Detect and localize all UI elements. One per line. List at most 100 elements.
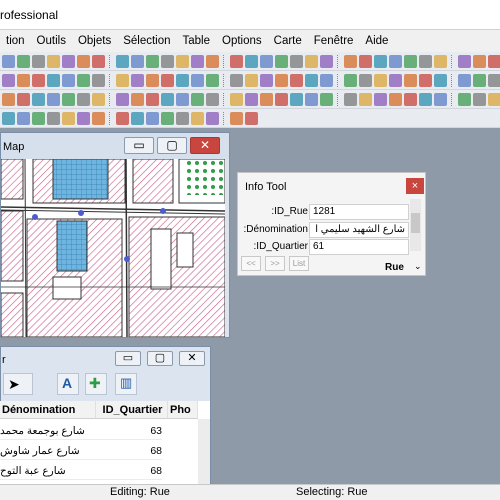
toolbar-tool-icon[interactable] [161, 73, 174, 87]
toolbar-tool-icon[interactable] [344, 73, 357, 87]
toolbar-tool-icon[interactable] [275, 92, 288, 106]
toolbar-tool-icon[interactable] [230, 111, 243, 125]
toolbar-tool-icon[interactable] [92, 92, 105, 106]
menu-item-aide[interactable]: Aide [359, 35, 394, 47]
toolbar-tool-icon[interactable] [305, 92, 318, 106]
toolbar-tool-icon[interactable] [146, 111, 159, 125]
browser-restore-button[interactable]: ▢ [147, 351, 173, 366]
map-drawing[interactable] [1, 159, 225, 337]
menu-item-fenetre[interactable]: Fenêtre [308, 35, 360, 47]
toolbar-tool-icon[interactable] [434, 92, 447, 106]
toolbar-tool-icon[interactable] [161, 54, 174, 68]
menu-item-selection[interactable]: Sélection [117, 35, 176, 47]
toolbar-tool-icon[interactable] [176, 73, 189, 87]
toolbar-tool-icon[interactable] [275, 73, 288, 87]
toolbar-tool-icon[interactable] [305, 54, 318, 68]
toolbar-tool-icon[interactable] [389, 92, 402, 106]
menu-item-table[interactable]: Table [177, 35, 217, 47]
toolbar-tool-icon[interactable] [77, 111, 90, 125]
toolbar-tool-icon[interactable] [458, 73, 471, 87]
toolbar-tool-icon[interactable] [47, 54, 60, 68]
toolbar-tool-icon[interactable] [47, 111, 60, 125]
toolbar-tool-icon[interactable] [116, 73, 129, 87]
toolbar-tool-icon[interactable] [359, 73, 372, 87]
toolbar-tool-icon[interactable] [77, 73, 90, 87]
toolbar-tool-icon[interactable] [161, 111, 174, 125]
toolbar-tool-icon[interactable] [473, 73, 486, 87]
toolbar-tool-icon[interactable] [191, 54, 204, 68]
toolbar-tool-icon[interactable] [191, 73, 204, 87]
browser-grid[interactable]: Dénomination ID_Quartier Pho شارع بوجمعة… [0, 401, 210, 484]
toolbar-tool-icon[interactable] [374, 54, 387, 68]
toolbar-tool-icon[interactable] [206, 92, 219, 106]
toolbar-tool-icon[interactable] [374, 92, 387, 106]
table-cell-id-quartier[interactable]: 63 [96, 422, 162, 440]
toolbar-tool-icon[interactable] [320, 73, 333, 87]
column-header-pho[interactable]: Pho [168, 401, 198, 419]
toolbar-tool-icon[interactable] [245, 73, 258, 87]
first-record-button[interactable]: << [241, 256, 261, 271]
toolbar-tool-icon[interactable] [2, 54, 15, 68]
toolbar-tool-icon[interactable] [77, 92, 90, 106]
grid-scrollbar[interactable] [198, 419, 210, 484]
toolbar-tool-icon[interactable] [245, 54, 258, 68]
toolbar-tool-icon[interactable] [92, 54, 105, 68]
toolbar-tool-icon[interactable] [260, 92, 273, 106]
table-cell-id-quartier[interactable]: 68 [96, 442, 162, 460]
toolbar-tool-icon[interactable] [176, 111, 189, 125]
toolbar-tool-icon[interactable] [434, 73, 447, 87]
browser-minimize-button[interactable]: ▭ [115, 351, 141, 366]
menu-item-file[interactable]: tion [0, 35, 31, 47]
toolbar-tool-icon[interactable] [32, 54, 45, 68]
toolbar-tool-icon[interactable] [320, 92, 333, 106]
toolbar-tool-icon[interactable] [17, 92, 30, 106]
list-button[interactable]: List [289, 256, 309, 271]
table-cell-denomination[interactable]: شارع عبة التوح [0, 462, 96, 480]
toolbar-tool-icon[interactable] [116, 111, 129, 125]
info-tool-window[interactable]: Info Tool × :ID_Rue 1281 :Dénomination ش… [237, 172, 426, 276]
toolbar-tool-icon[interactable] [344, 92, 357, 106]
field-value-id-rue[interactable]: 1281 [309, 204, 409, 220]
toolbar-tool-icon[interactable] [47, 92, 60, 106]
close-button[interactable]: ✕ [190, 137, 220, 154]
browser-close-button[interactable]: ✕ [179, 351, 205, 366]
toolbar-tool-icon[interactable] [206, 54, 219, 68]
toolbar-tool-icon[interactable] [62, 111, 75, 125]
toolbar-tool-icon[interactable] [290, 54, 303, 68]
toolbar-tool-icon[interactable] [116, 54, 129, 68]
toolbar-tool-icon[interactable] [161, 92, 174, 106]
toolbar-tool-icon[interactable] [275, 54, 288, 68]
toolbar-tool-icon[interactable] [245, 111, 258, 125]
table-cell-denomination[interactable]: شارع بوجمعة محمد [0, 422, 96, 440]
toolbar-tool-icon[interactable] [290, 73, 303, 87]
toolbar-tool-icon[interactable] [32, 92, 45, 106]
toolbar-tool-icon[interactable] [17, 54, 30, 68]
map-canvas[interactable] [1, 159, 225, 337]
columns-button[interactable]: ▥ [115, 373, 137, 395]
table-cell-denomination[interactable]: شارع عمار شاوش [0, 442, 96, 460]
toolbar-tool-icon[interactable] [389, 54, 402, 68]
chevron-down-icon[interactable]: ⌄ [414, 261, 422, 272]
toolbar-tool-icon[interactable] [404, 73, 417, 87]
menu-item-carte[interactable]: Carte [268, 35, 308, 47]
toolbar-tool-icon[interactable] [131, 73, 144, 87]
column-header-id-quartier[interactable]: ID_Quartier [96, 401, 168, 419]
toolbar-tool-icon[interactable] [92, 73, 105, 87]
toolbar-tool-icon[interactable] [458, 54, 471, 68]
toolbar-tool-icon[interactable] [320, 54, 333, 68]
select-tool-button[interactable]: ➤ [3, 373, 33, 395]
toolbar-tool-icon[interactable] [290, 92, 303, 106]
label-tool-button[interactable]: A [57, 373, 79, 395]
toolbar-tool-icon[interactable] [131, 111, 144, 125]
toolbar-tool-icon[interactable] [359, 92, 372, 106]
toolbar-tool-icon[interactable] [176, 92, 189, 106]
info-tool-scrollbar[interactable] [410, 199, 421, 251]
toolbar-tool-icon[interactable] [32, 73, 45, 87]
toolbar-tool-icon[interactable] [191, 111, 204, 125]
toolbar-tool-icon[interactable] [2, 111, 15, 125]
toolbar-tool-icon[interactable] [458, 92, 471, 106]
scrollbar-thumb[interactable] [411, 213, 420, 233]
minimize-button[interactable]: ▭ [124, 137, 154, 154]
toolbar-tool-icon[interactable] [230, 92, 243, 106]
toolbar-tool-icon[interactable] [419, 92, 432, 106]
